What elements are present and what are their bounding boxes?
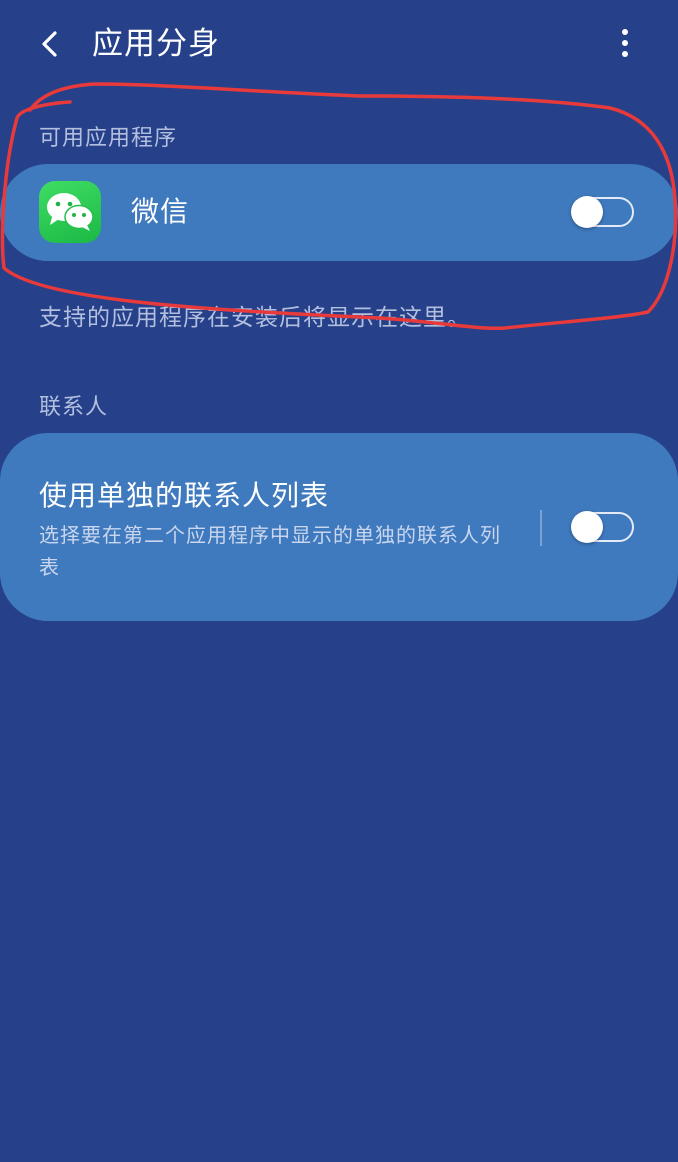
separate-contacts-description: 选择要在第二个应用程序中显示的单独的联系人列表 <box>39 523 501 579</box>
section-label-available-apps: 可用应用程序 <box>39 126 178 151</box>
page-title: 应用分身 <box>92 26 220 62</box>
back-arrow-icon <box>42 31 57 57</box>
separate-contacts-toggle[interactable] <box>571 511 634 543</box>
wechat-icon <box>39 181 101 243</box>
section-label-contacts: 联系人 <box>39 395 109 420</box>
separate-contacts-title: 使用单独的联系人列表 <box>39 479 330 512</box>
app-name-wechat: 微信 <box>131 195 190 228</box>
more-vert-icon <box>622 29 628 57</box>
vertical-divider <box>540 510 542 546</box>
toggle-knob <box>571 511 603 543</box>
more-options-button[interactable] <box>602 20 648 66</box>
back-button[interactable] <box>26 20 74 68</box>
supported-apps-hint: 支持的应用程序在安装后将显示在这里。 <box>39 305 471 331</box>
app-bar: 应用分身 <box>0 0 678 88</box>
toggle-knob <box>571 196 603 228</box>
wechat-toggle[interactable] <box>571 196 634 228</box>
